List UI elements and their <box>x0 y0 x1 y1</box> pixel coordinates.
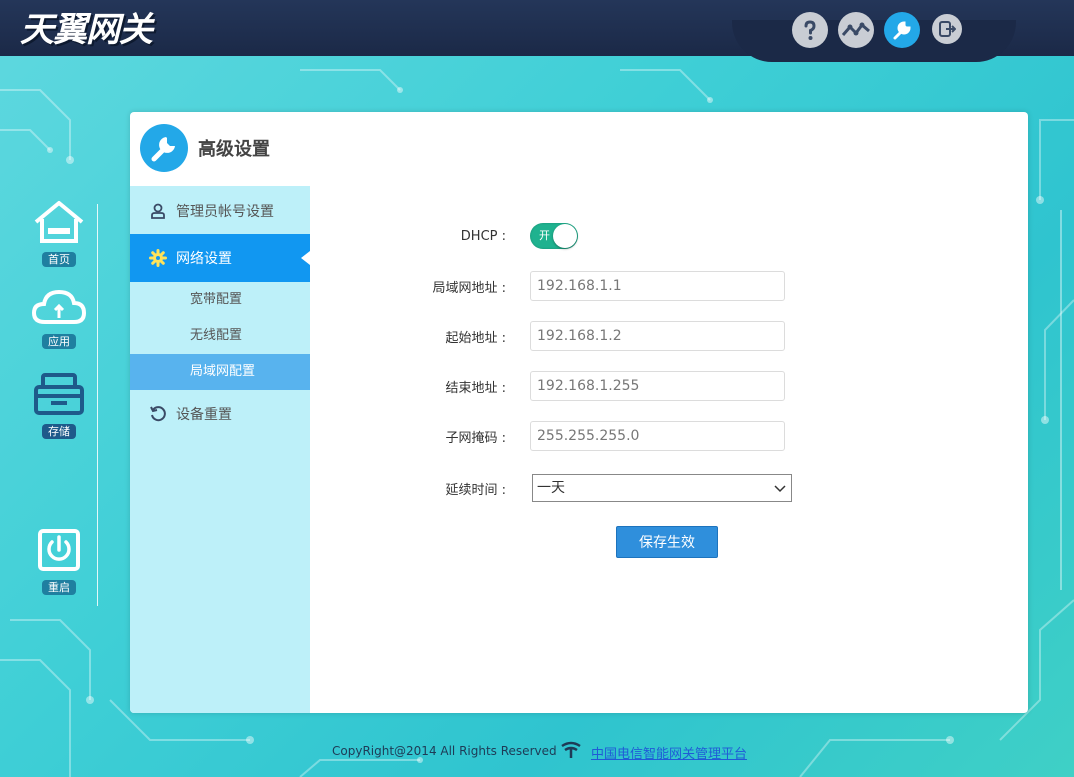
sidebar-item-device-reset[interactable]: 设备重置 <box>130 390 310 438</box>
stats-icon[interactable] <box>838 12 874 48</box>
sidebar-item-network[interactable]: 网络设置 <box>130 234 310 282</box>
start-address-row: 起始地址 : <box>310 321 785 351</box>
sidebar-item-label: 管理员帐号设置 <box>176 204 274 220</box>
lan-ip-input[interactable] <box>530 271 785 301</box>
footer: CopyRight@2014 All Rights Reserved 中国电信智… <box>0 740 1074 764</box>
dock-apps[interactable]: 应用 <box>30 288 88 349</box>
dock-label-storage: 存储 <box>42 424 76 439</box>
page-title: 高级设置 <box>198 139 270 160</box>
power-icon <box>38 529 80 571</box>
panel-header: 高级设置 <box>140 124 270 172</box>
sidebar-item-label: 设备重置 <box>176 407 232 423</box>
brand-logo: 天翼网关 <box>20 10 153 50</box>
dock-label-home: 首页 <box>42 252 76 267</box>
sidebar-item-label: 网络设置 <box>176 251 232 267</box>
subnet-mask-label: 子网掩码 : <box>445 430 506 446</box>
dhcp-toggle[interactable]: 开 <box>530 223 578 249</box>
start-address-label: 起始地址 : <box>445 330 506 346</box>
sidebar-subitem-wireless[interactable]: 无线配置 <box>130 318 310 354</box>
user-icon <box>148 203 168 219</box>
subnet-mask-row: 子网掩码 : <box>310 421 785 451</box>
lan-ip-row: 局域网地址 : <box>310 271 785 301</box>
china-telecom-logo-icon <box>561 741 581 758</box>
gear-icon <box>148 249 168 267</box>
toggle-knob <box>553 224 577 248</box>
storage-icon <box>34 373 84 415</box>
lease-time-label: 延续时间 : <box>445 482 506 498</box>
wrench-icon <box>140 124 188 172</box>
platform-link[interactable]: 中国电信智能网关管理平台 <box>591 743 747 762</box>
settings-icon[interactable] <box>884 12 920 48</box>
reset-icon <box>148 406 168 422</box>
toggle-on-text: 开 <box>539 229 550 242</box>
cloud-icon <box>31 289 87 324</box>
end-address-row: 结束地址 : <box>310 371 785 401</box>
dock-label-reboot: 重启 <box>42 580 76 595</box>
dock-storage[interactable]: 存储 <box>30 372 88 439</box>
logout-icon[interactable] <box>932 14 962 44</box>
home-icon <box>34 201 84 243</box>
settings-sidebar: 管理员帐号设置 网络设置 宽带配置 无线配置 局域网配置 设备重置 <box>130 186 310 713</box>
dock-label-apps: 应用 <box>42 334 76 349</box>
copyright-text: CopyRight@2014 All Rights Reserved <box>332 744 557 758</box>
sidebar-subitem-broadband[interactable]: 宽带配置 <box>130 282 310 318</box>
dock-home[interactable]: 首页 <box>30 200 88 267</box>
chevron-down-icon <box>774 485 786 493</box>
header-icon-tray <box>732 20 1016 62</box>
lease-time-row: 延续时间 : 一天 <box>310 473 792 503</box>
dock-divider <box>97 204 98 606</box>
sidebar-subitem-lan[interactable]: 局域网配置 <box>130 354 310 390</box>
dhcp-label: DHCP : <box>460 228 506 244</box>
help-icon[interactable] <box>792 12 828 48</box>
sidebar-item-admin-account[interactable]: 管理员帐号设置 <box>130 187 310 235</box>
lease-time-select[interactable]: 一天 <box>532 474 792 502</box>
dock-reboot[interactable]: 重启 <box>30 528 88 595</box>
end-address-input[interactable] <box>530 371 785 401</box>
end-address-label: 结束地址 : <box>445 380 506 396</box>
start-address-input[interactable] <box>530 321 785 351</box>
lease-time-value: 一天 <box>537 480 565 496</box>
subnet-mask-input[interactable] <box>530 421 785 451</box>
lan-ip-label: 局域网地址 : <box>432 280 506 296</box>
dhcp-row: DHCP : 开 <box>310 221 578 251</box>
settings-panel: 高级设置 管理员帐号设置 网络设置 宽带配置 无线配置 局域网配置 设备重置 <box>130 112 1028 713</box>
save-button[interactable]: 保存生效 <box>616 526 718 558</box>
